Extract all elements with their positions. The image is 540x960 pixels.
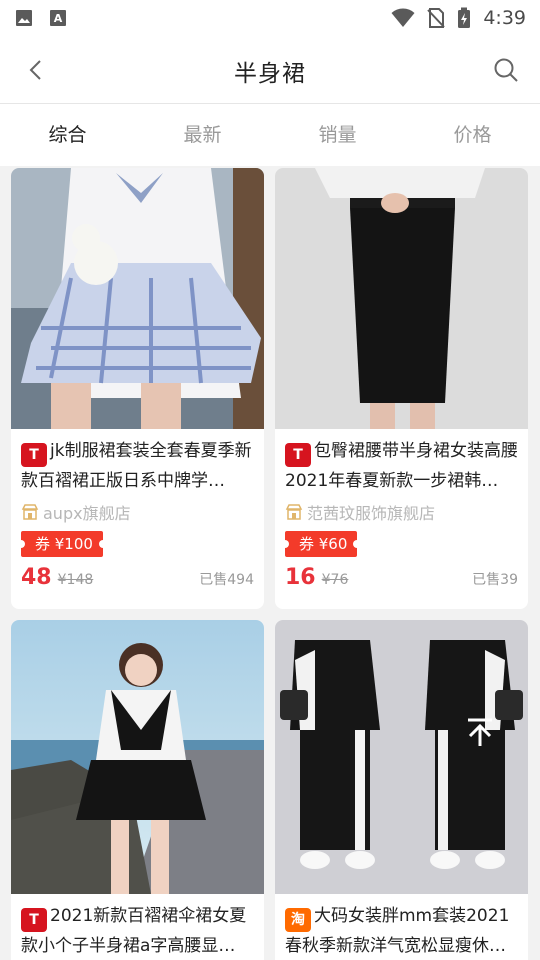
shop-name[interactable]: aupx旗舰店: [21, 499, 254, 525]
search-icon: [494, 58, 518, 82]
tab-price[interactable]: 价格: [405, 104, 540, 166]
product-image: [275, 620, 528, 894]
store-icon: [285, 504, 303, 520]
product-card[interactable]: T 包臀裙腰带半身裙女装高腰2021年春夏新款一步裙韩… 范茜玟服饰旗舰店 券 ¥…: [275, 168, 528, 609]
clock: 4:39: [483, 7, 526, 29]
tmall-icon: T: [21, 443, 47, 467]
tab-sales[interactable]: 销量: [270, 104, 405, 166]
taobao-icon: 淘: [285, 908, 311, 932]
product-image: [11, 168, 264, 429]
tmall-icon: T: [21, 908, 47, 932]
product-card[interactable]: 淘大码女装胖mm套装2021春秋季新款洋气宽松显瘦休…: [275, 620, 528, 960]
shop-name[interactable]: 范茜玟服饰旗舰店: [285, 499, 518, 525]
wifi-icon: [391, 8, 415, 27]
battery-charging-icon: [458, 7, 471, 28]
price: 16: [285, 565, 316, 590]
page-title: 半身裙: [234, 61, 306, 87]
product-title: 淘大码女装胖mm套装2021春秋季新款洋气宽松显瘦休…: [285, 906, 510, 956]
product-card[interactable]: T 2021新款百褶裙伞裙女夏款小个子半身裙a字高腰显…: [11, 620, 264, 960]
svg-text:A: A: [54, 12, 63, 25]
product-image: [11, 620, 264, 894]
product-title: Tjk制服裙套装全套春夏季新款百褶裙正版日系中牌学…: [21, 441, 252, 491]
tab-newest[interactable]: 最新: [135, 104, 270, 166]
product-image: [275, 168, 528, 429]
price-row: 16 ¥76 已售39: [285, 565, 518, 599]
gallery-icon: [16, 10, 32, 26]
sold-count: 已售494: [199, 572, 254, 588]
coupon-badge[interactable]: 券 ¥100: [17, 531, 107, 557]
product-card[interactable]: Tjk制服裙套装全套春夏季新款百褶裙正版日系中牌学… aupx旗舰店 券 ¥10…: [11, 168, 264, 609]
original-price: ¥76: [321, 572, 349, 588]
tab-comprehensive[interactable]: 综合: [0, 104, 135, 166]
coupon-badge[interactable]: 券 ¥60: [280, 531, 362, 557]
sort-tabs: 综合 最新 销量 价格: [0, 104, 540, 166]
back-to-top-button[interactable]: [454, 706, 506, 758]
original-price: ¥148: [57, 572, 94, 588]
search-button[interactable]: [488, 52, 524, 88]
app-bar: 半身裙: [0, 36, 540, 104]
store-icon: [21, 504, 39, 520]
product-title: T 包臀裙腰带半身裙女装高腰2021年春夏新款一步裙韩…: [285, 441, 518, 491]
no-sim-icon: [427, 8, 446, 28]
sold-count: 已售39: [472, 572, 518, 588]
product-feed[interactable]: Tjk制服裙套装全套春夏季新款百褶裙正版日系中牌学… aupx旗舰店 券 ¥10…: [0, 168, 540, 960]
product-title: T 2021新款百褶裙伞裙女夏款小个子半身裙a字高腰显…: [21, 906, 247, 956]
price-row: 48 ¥148 已售494: [21, 565, 254, 599]
font-icon: A: [50, 10, 66, 26]
tmall-icon: T: [285, 443, 311, 467]
price: 48: [21, 565, 52, 590]
arrow-to-top-icon: [468, 718, 492, 746]
status-bar: A 4:39: [0, 0, 540, 36]
